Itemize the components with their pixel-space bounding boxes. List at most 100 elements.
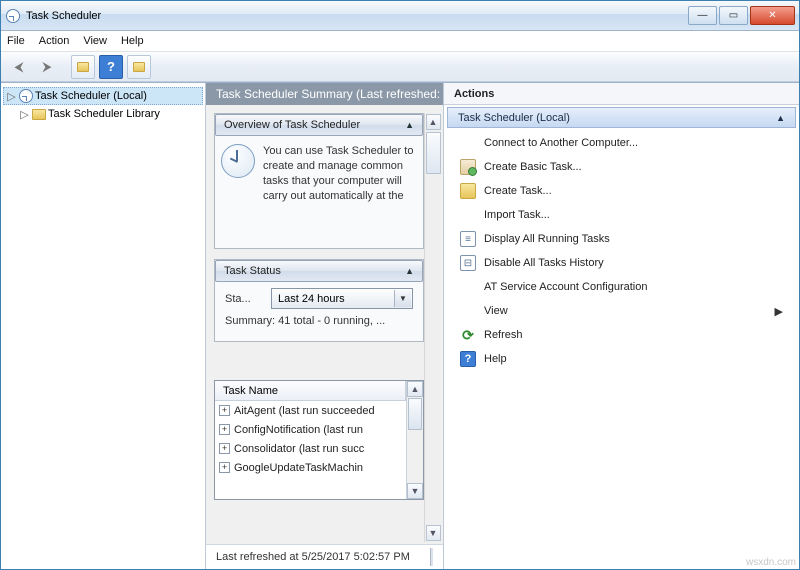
overview-panel: Overview of Task Scheduler ▲ You can use… (214, 113, 424, 249)
expand-icon[interactable]: + (219, 424, 230, 435)
titlebar[interactable]: Task Scheduler — ▭ ✕ (1, 1, 799, 31)
main-body: ▷ Task Scheduler (Local) ▷ Task Schedule… (1, 82, 799, 569)
actions-pane: Actions Task Scheduler (Local) ▲ Connect… (444, 83, 799, 569)
scroll-down-icon[interactable]: ▼ (426, 525, 441, 541)
task-row[interactable]: +GoogleUpdateTaskMachin (215, 458, 406, 477)
menu-help[interactable]: Help (121, 35, 144, 47)
collapse-icon[interactable]: ▲ (405, 266, 414, 276)
task-status-header[interactable]: Task Status ▲ (215, 260, 423, 282)
status-summary: Summary: 41 total - 0 running, ... (215, 313, 423, 335)
folder-icon (32, 109, 46, 120)
expand-icon[interactable]: ▷ (6, 90, 17, 103)
maximize-button[interactable]: ▭ (719, 6, 748, 25)
watermark: wsxdn.com (746, 557, 796, 568)
scroll-thumb[interactable] (408, 398, 422, 430)
task-row[interactable]: +AitAgent (last run succeeded (215, 401, 406, 420)
actions-header: Actions (444, 83, 799, 105)
last-refreshed: Last refreshed at 5/25/2017 5:02:57 PM (216, 551, 410, 563)
actions-list: Connect to Another Computer... Create Ba… (444, 131, 799, 371)
blank-icon (460, 303, 476, 319)
action-disable-history[interactable]: Disable All Tasks History (452, 251, 791, 275)
list-icon (460, 231, 476, 247)
status-range-combo[interactable]: Last 24 hours ▼ (271, 288, 413, 309)
task-name-column: Task Name +AitAgent (last run succeeded … (215, 381, 406, 499)
expand-icon[interactable]: + (219, 462, 230, 473)
menu-action[interactable]: Action (39, 35, 70, 47)
scroll-up-icon[interactable]: ▲ (426, 114, 441, 130)
overview-body: You can use Task Scheduler to create and… (215, 136, 423, 248)
action-import-task[interactable]: Import Task... (452, 203, 791, 227)
refresh-icon (460, 327, 476, 343)
actions-subheader[interactable]: Task Scheduler (Local) ▲ (447, 107, 796, 128)
close-button[interactable]: ✕ (750, 6, 795, 25)
task-status-title: Task Status (224, 265, 281, 277)
resize-grip[interactable] (430, 548, 433, 566)
app-icon (5, 8, 21, 24)
action-connect[interactable]: Connect to Another Computer... (452, 131, 791, 155)
status-label: Sta... (225, 293, 263, 305)
expand-icon[interactable]: + (219, 405, 230, 416)
expand-icon[interactable]: ▷ (19, 108, 30, 121)
action-create-basic-task[interactable]: Create Basic Task... (452, 155, 791, 179)
action-display-running[interactable]: Display All Running Tasks (452, 227, 791, 251)
tree-library-label: Task Scheduler Library (48, 108, 160, 120)
task-status-panel: Task Status ▲ Sta... Last 24 hours ▼ Sum… (214, 259, 424, 342)
minimize-button[interactable]: — (688, 6, 717, 25)
action-at-service[interactable]: AT Service Account Configuration (452, 275, 791, 299)
center-statusbar: Last refreshed at 5/25/2017 5:02:57 PM (206, 544, 443, 569)
history-icon (460, 255, 476, 271)
action-view[interactable]: View ▶ (452, 299, 791, 323)
action-help[interactable]: Help (452, 347, 791, 371)
center-pane: Task Scheduler Summary (Last refreshed: … (206, 83, 444, 569)
tree-library[interactable]: ▷ Task Scheduler Library (3, 105, 203, 123)
center-header: Task Scheduler Summary (Last refreshed: … (206, 83, 443, 105)
status-filter-row: Sta... Last 24 hours ▼ (215, 282, 423, 313)
clock-icon (19, 89, 33, 103)
submenu-arrow-icon: ▶ (775, 305, 783, 318)
menu-file[interactable]: File (7, 35, 25, 47)
center-body: Overview of Task Scheduler ▲ You can use… (206, 105, 443, 544)
task-row[interactable]: +Consolidator (last run succ (215, 439, 406, 458)
task-icon (460, 159, 476, 175)
clock-icon (221, 144, 255, 178)
center-scrollbar[interactable]: ▲ ▼ (424, 113, 441, 542)
task-row[interactable]: +ConfigNotification (last run (215, 420, 406, 439)
task-name-header[interactable]: Task Name (215, 381, 406, 401)
center-column: Overview of Task Scheduler ▲ You can use… (214, 113, 424, 542)
app-window: Task Scheduler — ▭ ✕ File Action View He… (0, 0, 800, 570)
overview-title: Overview of Task Scheduler (224, 119, 360, 131)
toolbar-help-button[interactable]: ? (99, 55, 123, 79)
toolbar-btn-3[interactable] (127, 55, 151, 79)
table-scrollbar[interactable]: ▲ ▼ (406, 381, 423, 499)
dropdown-icon[interactable]: ▼ (394, 290, 411, 307)
blank-icon (460, 135, 476, 151)
window-controls: — ▭ ✕ (686, 6, 795, 25)
task-table[interactable]: Task Name +AitAgent (last run succeeded … (214, 380, 424, 500)
scroll-thumb[interactable] (426, 132, 441, 174)
collapse-icon[interactable]: ▲ (405, 120, 414, 130)
menubar: File Action View Help (1, 31, 799, 52)
window-title: Task Scheduler (26, 10, 686, 22)
tree-pane[interactable]: ▷ Task Scheduler (Local) ▷ Task Schedule… (1, 83, 206, 569)
menu-view[interactable]: View (83, 35, 107, 47)
scroll-down-icon[interactable]: ▼ (407, 483, 423, 499)
action-refresh[interactable]: Refresh (452, 323, 791, 347)
expand-icon[interactable]: + (219, 443, 230, 454)
overview-text: You can use Task Scheduler to create and… (263, 144, 417, 246)
toolbar-btn-1[interactable] (71, 55, 95, 79)
tree-root-label: Task Scheduler (Local) (35, 90, 147, 102)
action-create-task[interactable]: Create Task... (452, 179, 791, 203)
folder-icon (460, 183, 476, 199)
back-button[interactable]: ⮜ (7, 55, 31, 79)
blank-icon (460, 279, 476, 295)
tree-root[interactable]: ▷ Task Scheduler (Local) (3, 87, 203, 105)
blank-icon (460, 207, 476, 223)
forward-button[interactable]: ⮞ (35, 55, 59, 79)
overview-header[interactable]: Overview of Task Scheduler ▲ (215, 114, 423, 136)
status-range-value: Last 24 hours (278, 293, 345, 305)
scroll-up-icon[interactable]: ▲ (407, 381, 423, 397)
toolbar: ⮜ ⮞ ? (1, 52, 799, 82)
help-icon (460, 351, 476, 367)
actions-subheader-label: Task Scheduler (Local) (458, 112, 570, 124)
collapse-icon[interactable]: ▲ (776, 113, 785, 123)
